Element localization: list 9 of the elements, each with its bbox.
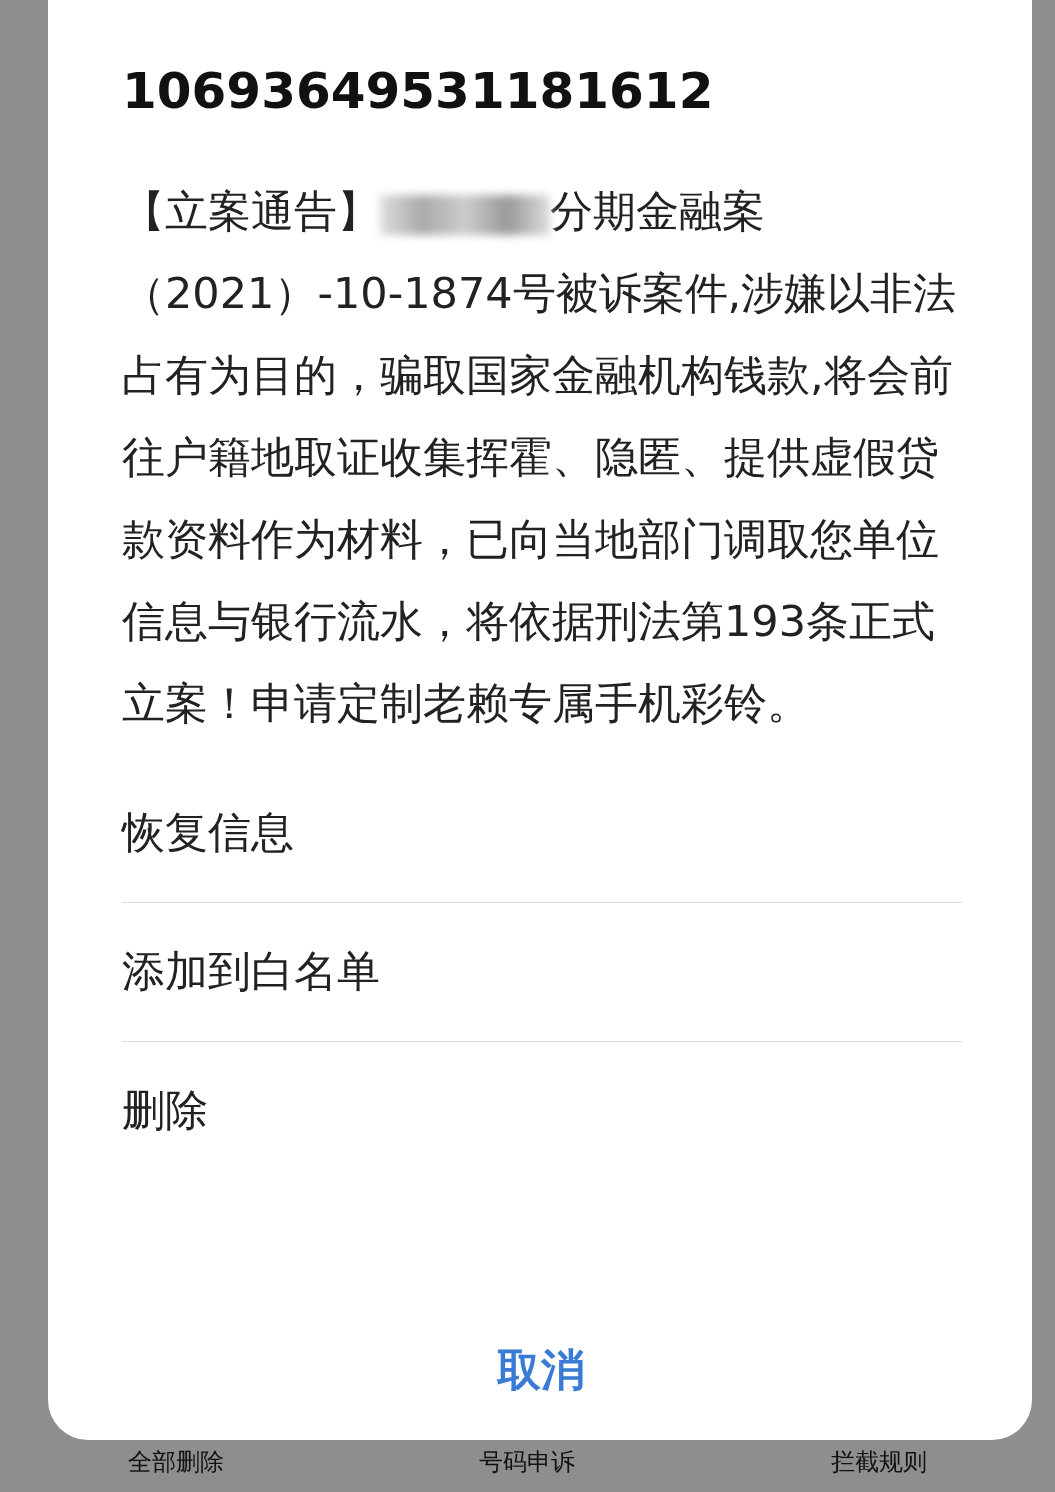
menu-item[interactable]: 删除 xyxy=(122,1042,208,1180)
sender-number: 10693649531181612 xyxy=(122,62,715,120)
bottom-bar-item[interactable]: 号码申诉 xyxy=(479,1446,576,1478)
bottom-bar-item[interactable]: 全部删除 xyxy=(127,1446,224,1478)
message-text: 【立案通告】 分期金融案（2021）-10-1874号被诉案件,涉嫌以非法占有为目的，骗取国家金融机构钱款,将会前往户籍地取证收集挥霍、隐匿、提供虚假贷款资料作为材料，已向当地部门调取您单位信息与银行流水，将依据刑法第193条正式立案！申请定制老赖专属手机彩铃。 xyxy=(122,185,958,730)
cancel-button[interactable]: 取消 xyxy=(477,1331,605,1410)
menu-item[interactable]: 添加到白名单 xyxy=(122,903,380,1041)
menu-item[interactable]: 恢复信息 xyxy=(122,764,294,902)
bottom-bar-item[interactable]: 拦截规则 xyxy=(831,1446,928,1478)
